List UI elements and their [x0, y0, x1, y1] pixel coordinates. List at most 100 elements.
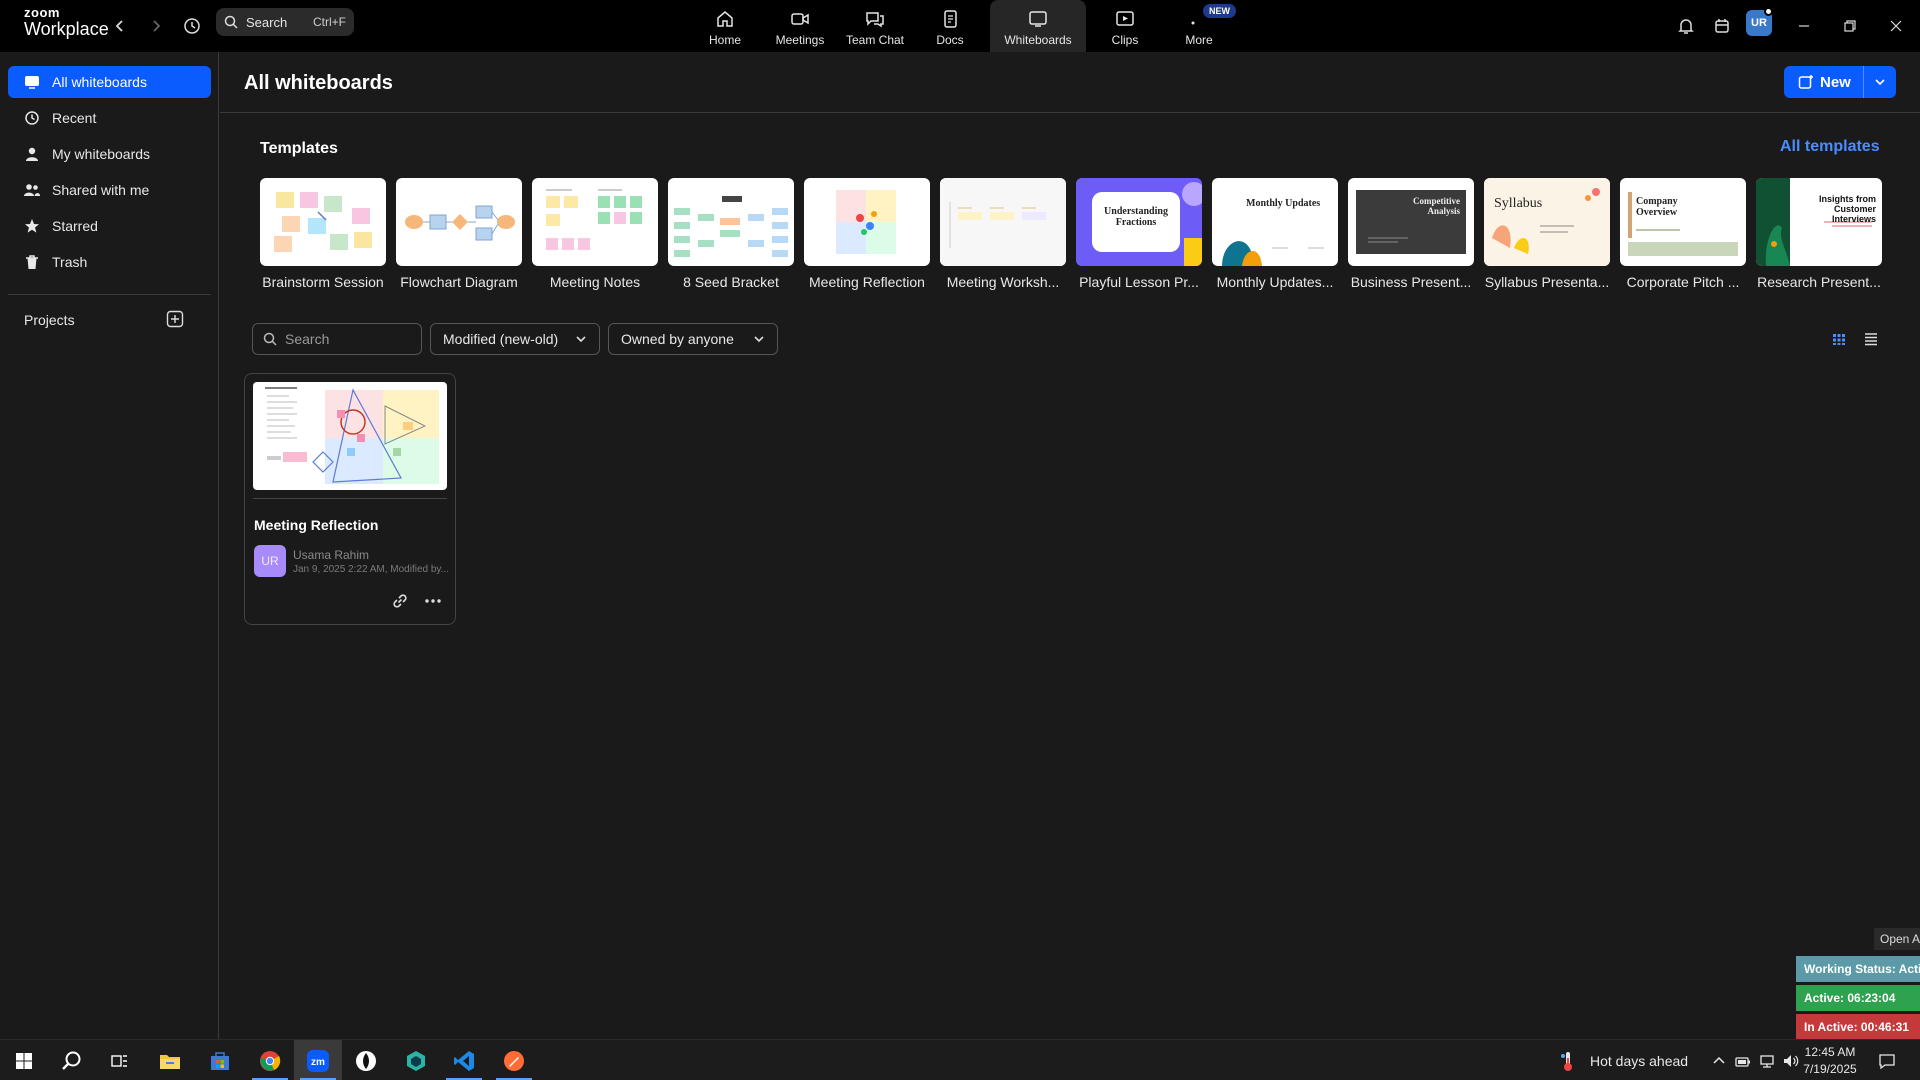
tab-docs[interactable]: Docs — [902, 0, 998, 52]
new-button-main[interactable]: New — [1784, 66, 1864, 98]
tab-label: Home — [708, 33, 741, 47]
tab-label: Team Chat — [845, 33, 905, 47]
copy-link-icon[interactable] — [391, 592, 409, 610]
tab-label: Meetings — [775, 33, 825, 47]
sidebar-item-trash[interactable]: Trash — [8, 246, 211, 278]
sidebar: All whiteboards Recent My whiteboards Sh… — [0, 52, 219, 1039]
windows-start-icon[interactable] — [0, 1040, 48, 1080]
sidebar-item-recent[interactable]: Recent — [8, 102, 211, 134]
history-icon[interactable] — [178, 12, 206, 40]
search-icon — [224, 15, 238, 29]
chevron-up-icon[interactable] — [1710, 1052, 1728, 1070]
projects-heading: Projects — [24, 312, 75, 328]
file-explorer-icon[interactable] — [146, 1040, 194, 1080]
svg-text:zm: zm — [311, 1057, 325, 1068]
template-label: 8 Seed Bracket — [683, 274, 779, 290]
tab-label: Docs — [936, 33, 964, 47]
search-shortcut: Ctrl+F — [313, 15, 346, 29]
task-view-icon[interactable] — [96, 1040, 144, 1080]
new-whiteboard-icon — [1798, 75, 1813, 89]
chevron-down-icon — [754, 336, 764, 343]
battery-icon[interactable] — [1734, 1052, 1752, 1070]
zoom-app-icon[interactable]: zm — [294, 1040, 342, 1080]
add-project-icon[interactable] — [166, 310, 184, 328]
bell-icon[interactable] — [1672, 12, 1700, 40]
network-icon[interactable] — [1758, 1052, 1776, 1070]
template-label: Flowchart Diagram — [400, 274, 518, 290]
template-research-presentation[interactable]: Insights from Customer Interviews Resear… — [1756, 178, 1882, 290]
postman-icon[interactable] — [490, 1040, 538, 1080]
template-meeting-reflection[interactable]: Meeting Reflection — [804, 178, 930, 290]
search-input[interactable] — [285, 331, 405, 347]
whiteboard-meta: Jan 9, 2025 2:22 AM, Modified by... — [293, 564, 450, 575]
restore-icon[interactable] — [1836, 12, 1864, 40]
notification-center-icon[interactable] — [1878, 1052, 1896, 1070]
calendar-icon[interactable] — [1708, 12, 1736, 40]
weather-widget[interactable]: Hot days ahead — [1560, 1050, 1688, 1072]
all-templates-link[interactable]: All templates — [1780, 138, 1880, 156]
volume-icon[interactable] — [1782, 1052, 1800, 1070]
template-thumbnail — [940, 178, 1066, 266]
template-flowchart-diagram[interactable]: Flowchart Diagram — [396, 178, 522, 290]
page-title: All whiteboards — [244, 72, 393, 94]
sidebar-item-label: My whiteboards — [52, 146, 151, 162]
template-syllabus-presentation[interactable]: Syllabus Syllabus Presenta... — [1484, 178, 1610, 290]
sidebar-item-shared-with-me[interactable]: Shared with me — [8, 174, 211, 206]
template-thumb-text: Competitive Analysis — [1413, 196, 1460, 216]
close-icon[interactable] — [1882, 12, 1910, 40]
tab-whiteboards[interactable]: Whiteboards — [990, 0, 1086, 52]
whiteboard-search[interactable] — [252, 323, 422, 355]
template-label: Meeting Notes — [549, 274, 641, 290]
inactive-timer: In Active: 00:46:31 — [1796, 1014, 1920, 1040]
working-status: Working Status: Acti — [1796, 956, 1920, 982]
template-thumbnail: Insights from Customer Interviews — [1756, 178, 1882, 266]
sort-dropdown[interactable]: Modified (new-old) — [430, 323, 600, 355]
sidebar-item-label: Trash — [52, 254, 88, 270]
template-thumb-text: Monthly Updates — [1246, 198, 1321, 209]
sidebar-item-all-whiteboards[interactable]: All whiteboards — [8, 66, 211, 98]
microsoft-store-icon[interactable] — [196, 1040, 244, 1080]
whiteboard-thumbnail — [253, 382, 447, 490]
system-clock[interactable]: 12:45 AM 7/19/2025 — [1800, 1044, 1860, 1078]
minimize-icon[interactable] — [1790, 12, 1818, 40]
grid-view-icon[interactable] — [1830, 330, 1848, 348]
template-thumb-text: Syllabus — [1494, 196, 1543, 211]
tab-more[interactable]: NEW More — [1151, 0, 1247, 52]
new-badge: NEW — [1203, 4, 1236, 18]
owner-name: Usama Rahim — [293, 548, 370, 562]
sidebar-item-my-whiteboards[interactable]: My whiteboards — [8, 138, 211, 170]
more-options-icon[interactable] — [423, 592, 443, 610]
list-view-icon[interactable] — [1862, 330, 1880, 348]
new-dropdown-button[interactable] — [1864, 76, 1896, 88]
template-playful-lesson[interactable]: Understanding Fractions Playful Lesson P… — [1076, 178, 1202, 290]
template-label: Research Present... — [1757, 274, 1881, 290]
app-hexagon-icon[interactable] — [392, 1040, 440, 1080]
template-meeting-workshop[interactable]: Meeting Worksh... — [940, 178, 1066, 290]
template-thumb-text: Understanding Fractions — [1104, 206, 1168, 228]
template-corporate-pitch[interactable]: Company Overview Corporate Pitch ... — [1620, 178, 1746, 290]
open-app-button[interactable]: Open A — [1874, 928, 1920, 950]
taskbar: zm Hot days ahead 12:45 AM 7/19/2025 — [0, 1039, 1920, 1080]
taskbar-search-icon[interactable] — [48, 1040, 96, 1080]
chrome-icon[interactable] — [246, 1040, 294, 1080]
template-8-seed-bracket[interactable]: 8 Seed Bracket — [668, 178, 794, 290]
whiteboard-card[interactable]: Meeting Reflection UR Usama Rahim Jan 9,… — [244, 373, 456, 625]
template-business-presentation[interactable]: Competitive Analysis Business Present... — [1348, 178, 1474, 290]
owner-dropdown[interactable]: Owned by anyone — [608, 323, 778, 355]
whiteboard-title[interactable]: Meeting Reflection — [254, 517, 378, 533]
clock-time: 12:45 AM — [1804, 1045, 1856, 1059]
vscode-icon[interactable] — [440, 1040, 488, 1080]
video-camera-icon — [791, 13, 809, 25]
forward-arrow-icon[interactable] — [142, 12, 170, 40]
template-brainstorm-session[interactable]: Brainstorm Session — [260, 178, 386, 290]
template-thumb-text: Insights from Customer Interviews — [1818, 194, 1876, 224]
template-meeting-notes[interactable]: Meeting Notes — [532, 178, 658, 290]
global-search[interactable]: Search Ctrl+F — [216, 8, 354, 36]
thermometer-icon — [1561, 1052, 1572, 1071]
back-arrow-icon[interactable] — [106, 12, 134, 40]
teramind-icon[interactable] — [342, 1040, 390, 1080]
sidebar-item-starred[interactable]: Starred — [8, 210, 211, 242]
new-whiteboard-button[interactable]: New — [1784, 66, 1896, 98]
sidebar-item-label: All whiteboards — [52, 74, 147, 90]
template-monthly-updates[interactable]: Monthly Updates Monthly Updates... — [1212, 178, 1338, 290]
